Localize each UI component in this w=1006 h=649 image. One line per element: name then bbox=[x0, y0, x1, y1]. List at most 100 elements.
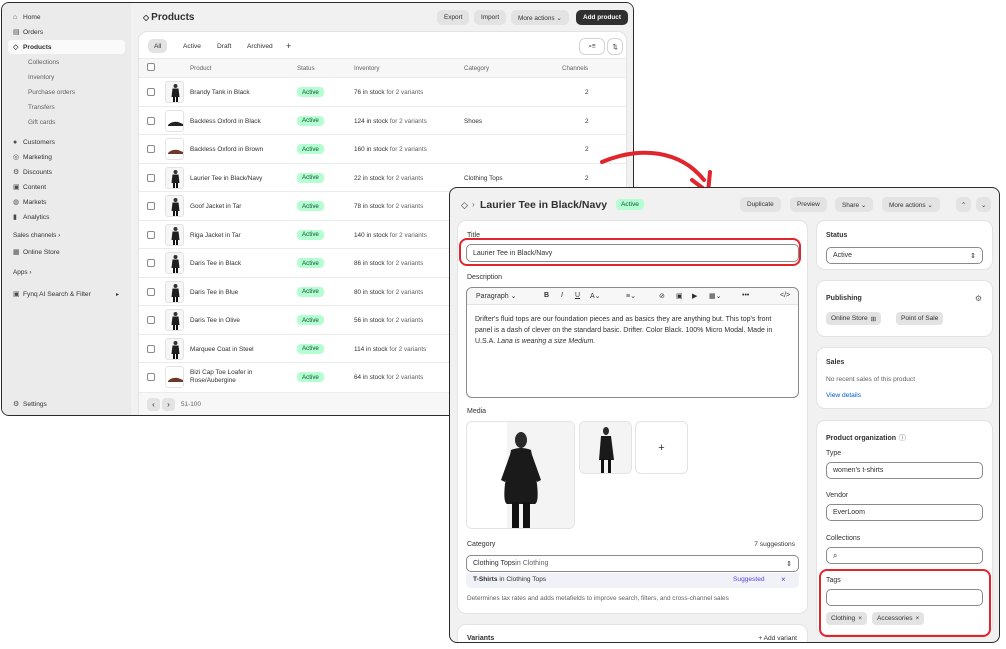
more-formatting-icon[interactable]: ••• bbox=[742, 292, 749, 299]
sidebar-item-discounts[interactable]: ⚙ Discounts bbox=[8, 165, 125, 179]
status-select[interactable]: Active ⇕ bbox=[826, 247, 983, 264]
product-name[interactable]: Brandy Tank in Black bbox=[190, 89, 275, 97]
add-product-button[interactable]: Add product bbox=[576, 10, 628, 25]
sidebar-sub-gift-cards[interactable]: Gift cards bbox=[28, 119, 55, 126]
next-page-button[interactable]: › bbox=[162, 398, 175, 411]
select-all-checkbox[interactable] bbox=[147, 63, 155, 71]
variant-count: for 2 variants bbox=[388, 117, 427, 125]
suggestions-count[interactable]: 7 suggestions bbox=[754, 541, 795, 548]
status-badge: Active bbox=[297, 343, 324, 354]
sliders-icon[interactable]: ⚙ bbox=[975, 294, 982, 303]
sidebar-item-home[interactable]: ⌂ Home bbox=[8, 10, 125, 24]
apps-heading[interactable]: Apps › bbox=[13, 269, 31, 276]
table-row[interactable]: Backless Oxford in Black Active 124 in sto… bbox=[139, 105, 626, 135]
table-icon[interactable]: ▦⌄ bbox=[709, 292, 721, 300]
info-icon[interactable]: ⓘ bbox=[899, 435, 906, 442]
category-select[interactable]: Clothing Tops in Clothing ⇕ bbox=[466, 555, 799, 572]
product-name[interactable]: Daris Tee in Blue bbox=[190, 289, 275, 297]
sidebar-item-settings[interactable]: ⚙ Settings bbox=[8, 397, 125, 411]
product-name[interactable]: Riga Jacket in Tar bbox=[190, 232, 275, 240]
row-checkbox[interactable] bbox=[147, 202, 155, 210]
dismiss-suggestion-icon[interactable]: × bbox=[781, 575, 786, 584]
paragraph-format-select[interactable]: Paragraph ⌄ bbox=[476, 292, 517, 300]
tab-archived[interactable]: Archived bbox=[241, 39, 279, 53]
code-view-icon[interactable]: </> bbox=[780, 292, 790, 299]
tab-active[interactable]: Active bbox=[177, 39, 207, 53]
sidebar-item-markets[interactable]: ◍ Markets bbox=[8, 195, 125, 209]
italic-icon[interactable]: I bbox=[561, 292, 563, 299]
globe-icon: ◍ bbox=[13, 199, 20, 206]
product-name[interactable]: Laurier Tee in Black/Navy bbox=[190, 175, 275, 183]
sidebar-sub-inventory[interactable]: Inventory bbox=[28, 74, 54, 81]
view-details-link[interactable]: View details bbox=[826, 392, 861, 399]
table-row[interactable]: Backless Oxford in Brown Active 160 in sto… bbox=[139, 134, 626, 163]
add-media-button[interactable]: + bbox=[635, 421, 688, 474]
sidebar-sub-transfers[interactable]: Transfers bbox=[28, 104, 55, 111]
sidebar-item-analytics[interactable]: ▮ Analytics bbox=[8, 210, 125, 224]
row-checkbox[interactable] bbox=[147, 259, 155, 267]
table-row[interactable]: Brandy Tank in Black Active 76 in stock fo… bbox=[139, 77, 626, 106]
duplicate-button[interactable]: Duplicate bbox=[740, 197, 781, 212]
row-checkbox[interactable] bbox=[147, 373, 155, 381]
product-name[interactable]: Bizi Cap Toe Loafer in Rose/Aubergine bbox=[190, 369, 275, 385]
row-checkbox[interactable] bbox=[147, 316, 155, 324]
sidebar-item-marketing[interactable]: ◎ Marketing bbox=[8, 150, 125, 164]
product-name[interactable]: Goof Jacket in Tar bbox=[190, 203, 275, 211]
tab-draft[interactable]: Draft bbox=[211, 39, 237, 53]
row-checkbox[interactable] bbox=[147, 230, 155, 239]
bold-icon[interactable]: B bbox=[544, 292, 549, 299]
sidebar-item-app[interactable]: ▣ Fynq AI Search & Filter ▸ bbox=[8, 287, 125, 301]
category-suggestion[interactable]: T-Shirts in Clothing Tops Suggested × bbox=[466, 573, 799, 588]
media-thumbnail[interactable] bbox=[579, 421, 632, 474]
inventory-cell: 86 in stock for 2 variants bbox=[354, 260, 423, 267]
add-variant-button[interactable]: + Add variant bbox=[758, 635, 797, 642]
row-checkbox[interactable] bbox=[147, 344, 155, 353]
sidebar-item-orders[interactable]: ▤ Orders bbox=[8, 25, 125, 39]
description-editor[interactable]: Paragraph ⌄ B I U A⌄ ≡⌄ ⊘ ▣ ▶ ▦⌄ ••• </>… bbox=[466, 287, 799, 398]
sidebar-item-products[interactable]: ◇ Products bbox=[8, 40, 125, 54]
share-button[interactable]: Share ⌄ bbox=[835, 197, 874, 212]
text-color-icon[interactable]: A⌄ bbox=[590, 292, 601, 300]
media-main-image[interactable] bbox=[466, 421, 575, 529]
collections-search-input[interactable]: ⌕ bbox=[826, 547, 983, 564]
product-name[interactable]: Backless Oxford in Brown bbox=[190, 146, 275, 154]
next-product-button[interactable]: ⌄ bbox=[976, 197, 991, 212]
sidebar-item-label: Marketing bbox=[23, 153, 52, 161]
image-icon[interactable]: ▣ bbox=[676, 292, 683, 300]
add-view-button[interactable]: + bbox=[280, 39, 297, 53]
prev-page-button[interactable]: ‹ bbox=[147, 398, 160, 411]
product-name[interactable]: Marquee Coat in Steel bbox=[190, 346, 275, 354]
sidebar-item-online-store[interactable]: ▦ Online Store bbox=[8, 245, 125, 259]
description-italic: Lana is wearing a size Medium. bbox=[497, 338, 596, 345]
row-checkbox[interactable] bbox=[147, 287, 155, 296]
vendor-input[interactable]: EverLoom bbox=[826, 504, 983, 521]
sidebar-item-customers[interactable]: ● Customers bbox=[8, 135, 125, 149]
more-actions-button[interactable]: More actions ⌄ bbox=[882, 197, 940, 212]
row-checkbox[interactable] bbox=[147, 145, 155, 153]
row-checkbox[interactable] bbox=[147, 173, 155, 182]
export-button[interactable]: Export bbox=[437, 10, 470, 25]
link-icon[interactable]: ⊘ bbox=[659, 292, 665, 300]
orders-icon: ▤ bbox=[13, 29, 20, 36]
inventory-cell: 76 in stock for 2 variants bbox=[354, 89, 423, 96]
row-checkbox[interactable] bbox=[147, 88, 155, 96]
underline-icon[interactable]: U bbox=[575, 292, 580, 299]
more-actions-button[interactable]: More actions ⌄ bbox=[511, 10, 569, 25]
tab-all[interactable]: All bbox=[148, 39, 168, 53]
product-name[interactable]: Daris Tee in Olive bbox=[190, 317, 275, 325]
row-checkbox[interactable] bbox=[147, 116, 155, 125]
sales-channels-heading[interactable]: Sales channels › bbox=[13, 232, 60, 239]
import-button[interactable]: Import bbox=[474, 10, 507, 25]
search-filter-button[interactable]: ⌕≡ bbox=[580, 39, 604, 54]
sidebar-sub-collections[interactable]: Collections bbox=[28, 59, 59, 66]
type-input[interactable]: women's t-shirts bbox=[826, 462, 983, 479]
previous-product-button[interactable]: ⌃ bbox=[956, 197, 971, 212]
sidebar-item-content[interactable]: ▣ Content bbox=[8, 180, 125, 194]
preview-button[interactable]: Preview bbox=[790, 197, 827, 212]
product-name[interactable]: Daris Tee in Black bbox=[190, 260, 275, 268]
video-icon[interactable]: ▶ bbox=[692, 292, 697, 300]
product-name[interactable]: Backless Oxford in Black bbox=[190, 118, 275, 126]
sidebar-sub-purchase-orders[interactable]: Purchase orders bbox=[28, 89, 75, 96]
sort-button[interactable]: ⇅ bbox=[608, 39, 622, 54]
align-icon[interactable]: ≡⌄ bbox=[626, 292, 636, 300]
